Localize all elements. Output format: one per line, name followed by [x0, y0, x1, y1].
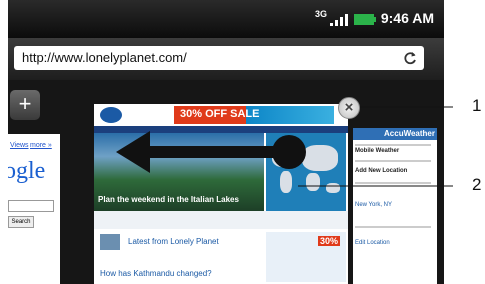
callout-lines — [298, 106, 453, 187]
callout-number-1: 1 — [472, 96, 482, 115]
callout-number-2: 2 — [472, 175, 482, 194]
